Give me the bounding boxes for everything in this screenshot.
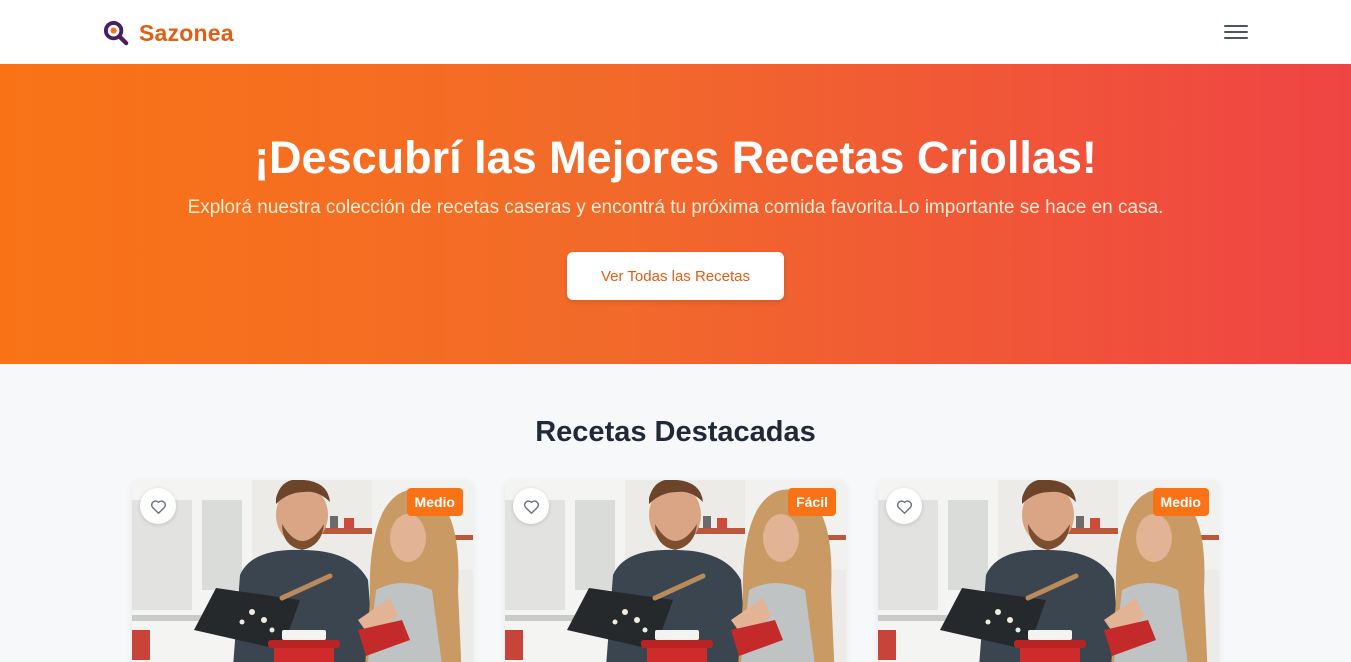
favorite-heart-icon[interactable] <box>140 488 176 524</box>
difficulty-badge: Medio <box>406 488 463 516</box>
recipe-card[interactable]: Medio <box>132 480 473 662</box>
brand-name: Sazonea <box>139 20 234 46</box>
view-all-recipes-button[interactable]: Ver Todas las Recetas <box>567 252 784 300</box>
favorite-heart-icon[interactable] <box>513 488 549 524</box>
favorite-heart-icon[interactable] <box>886 488 922 524</box>
hero-subtitle: Explorá nuestra colección de recetas cas… <box>187 197 1164 218</box>
featured-section-title: Recetas Destacadas <box>535 416 816 448</box>
difficulty-badge: Medio <box>1152 488 1209 516</box>
magnifier-logo-icon <box>103 20 129 45</box>
recipe-card[interactable]: Medio <box>878 480 1219 662</box>
hamburger-menu-icon[interactable] <box>1220 20 1252 44</box>
recipe-card[interactable]: Fácil <box>505 480 846 662</box>
difficulty-badge: Fácil <box>788 488 836 516</box>
brand-logo-link[interactable]: Sazonea <box>103 19 234 47</box>
hero-banner: ¡Descubrí las Mejores Recetas Criollas! … <box>0 64 1351 364</box>
top-navbar: Sazonea <box>0 0 1351 64</box>
hero-title: ¡Descubrí las Mejores Recetas Criollas! <box>254 132 1097 183</box>
